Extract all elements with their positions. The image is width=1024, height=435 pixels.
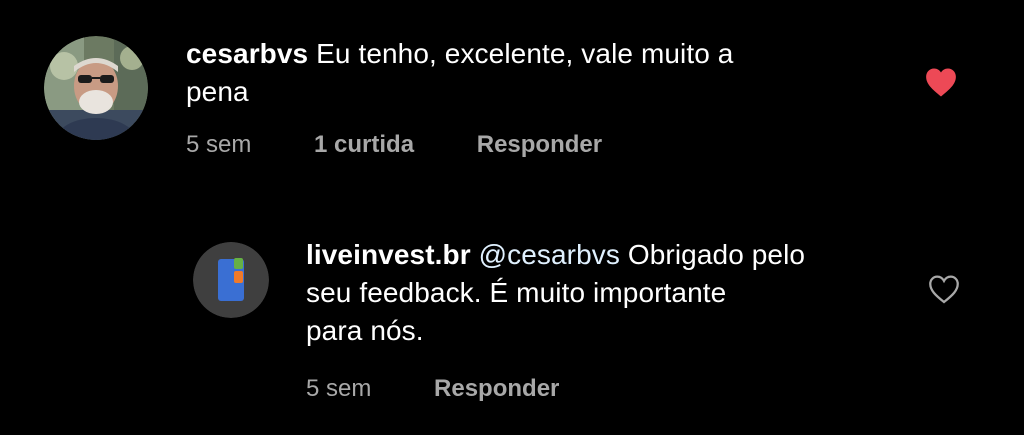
reply-username[interactable]: liveinvest.br <box>306 239 471 270</box>
avatar[interactable] <box>44 36 148 140</box>
reply-body-line: seu feedback. É muito importante <box>306 277 727 308</box>
comment-text: cesarbvs Eu tenho, excelente, vale muito… <box>186 35 866 111</box>
reply-button[interactable]: Responder <box>477 131 602 159</box>
mention-link[interactable]: @cesarbvs <box>479 239 620 270</box>
avatar[interactable] <box>193 242 269 318</box>
comment-username[interactable]: cesarbvs <box>186 38 308 69</box>
reply-timestamp: 5 sem <box>306 375 372 402</box>
reply-text: liveinvest.br @cesarbvs Obrigado pelo se… <box>306 236 906 350</box>
comment-timestamp: 5 sem <box>186 131 252 158</box>
reply-button[interactable]: Responder <box>434 375 559 403</box>
reply-body-line: para nós. <box>306 315 424 346</box>
heart-filled-icon[interactable] <box>924 66 958 103</box>
reply-body-line: Obrigado pelo <box>627 239 806 270</box>
comment-meta: 5 sem 1 curtida Responder <box>186 131 602 159</box>
heart-outline-icon[interactable] <box>927 273 961 310</box>
reply-meta: 5 sem Responder <box>306 375 559 403</box>
liveinvest-logo <box>193 242 269 318</box>
comment-body-line: Eu tenho, excelente, vale muito a <box>316 38 734 69</box>
comment-like-count[interactable]: 1 curtida <box>314 131 414 159</box>
avatar-photo <box>44 36 148 140</box>
comment-body-line: pena <box>186 76 249 107</box>
